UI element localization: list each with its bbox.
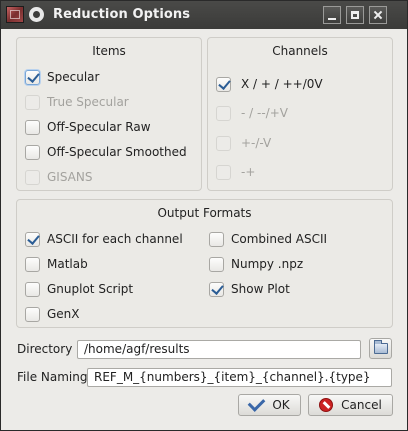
checkbox-box[interactable] <box>209 281 224 297</box>
checkbox-box[interactable] <box>25 94 40 110</box>
checkbox-box[interactable] <box>25 119 40 135</box>
checkbox-box[interactable] <box>216 164 231 180</box>
checkbox-channel-minus-plus[interactable]: -+ <box>216 163 255 181</box>
checkbox-label: -+ <box>241 165 256 179</box>
folder-icon <box>374 340 388 354</box>
checkbox-ascii-each-channel[interactable]: ASCII for each channel <box>25 230 183 248</box>
checkbox-box[interactable] <box>216 76 231 92</box>
minimize-icon[interactable] <box>323 6 341 24</box>
checkbox-box[interactable] <box>216 135 231 151</box>
checkbox-box[interactable] <box>25 281 40 297</box>
checkbox-label: GenX <box>47 307 80 321</box>
file-naming-input[interactable]: REF_M_{numbers}_{item}_{channel}.{type} <box>87 368 392 387</box>
checkbox-channel-x[interactable]: X / + / ++/0V <box>216 75 323 93</box>
checkbox-matlab[interactable]: Matlab <box>25 255 88 273</box>
output-formats-group-title: Output Formats <box>157 206 252 220</box>
browse-directory-button[interactable] <box>369 338 392 359</box>
checkbox-numpy-npz[interactable]: Numpy .npz <box>209 255 303 273</box>
checkbox-channel-minus[interactable]: - / --/+V <box>216 104 288 122</box>
ok-button[interactable]: OK <box>238 394 301 416</box>
checkbox-label: GISANS <box>47 170 93 184</box>
checkbox-box[interactable] <box>216 105 231 121</box>
reduction-options-dialog: Reduction Options Items Specular True Sp… <box>0 0 408 431</box>
window-menu-icon[interactable] <box>29 7 44 22</box>
checkbox-label: Numpy .npz <box>231 257 304 271</box>
checkbox-specular[interactable]: Specular <box>25 68 99 86</box>
checkbox-label: Specular <box>47 70 100 84</box>
checkbox-box[interactable] <box>25 169 40 185</box>
checkbox-label: Gnuplot Script <box>47 282 134 296</box>
checkbox-box[interactable] <box>25 69 40 85</box>
checkbox-off-specular-raw[interactable]: Off-Specular Raw <box>25 118 151 136</box>
checkbox-label: X / + / ++/0V <box>241 77 323 91</box>
checkbox-box[interactable] <box>25 256 40 272</box>
app-icon[interactable] <box>6 6 24 23</box>
checkmark-icon <box>247 394 266 412</box>
checkbox-label: Matlab <box>47 257 88 271</box>
file-naming-label: File Naming <box>17 370 88 384</box>
cancel-button-label: Cancel <box>341 398 382 412</box>
directory-label: Directory <box>17 342 73 356</box>
directory-input[interactable]: /home/agf/results <box>77 340 361 359</box>
checkbox-gisans[interactable]: GISANS <box>25 168 92 186</box>
checkbox-gnuplot-script[interactable]: Gnuplot Script <box>25 280 133 298</box>
checkbox-combined-ascii[interactable]: Combined ASCII <box>209 230 327 248</box>
checkbox-label: Show Plot <box>231 282 290 296</box>
checkbox-genx[interactable]: GenX <box>25 305 80 323</box>
checkbox-label: True Specular <box>47 95 129 109</box>
maximize-icon[interactable] <box>346 6 364 24</box>
ok-button-label: OK <box>272 398 290 412</box>
checkbox-off-specular-smoothed[interactable]: Off-Specular Smoothed <box>25 143 187 161</box>
checkbox-box[interactable] <box>25 144 40 160</box>
checkbox-label: +-/-V <box>241 136 272 150</box>
checkbox-box[interactable] <box>25 231 40 247</box>
channels-group-title: Channels <box>272 44 328 58</box>
checkbox-label: - / --/+V <box>241 106 288 120</box>
close-icon[interactable] <box>369 6 387 24</box>
cancel-icon <box>319 398 334 412</box>
checkbox-box[interactable] <box>209 256 224 272</box>
checkbox-channel-plus-minus[interactable]: +-/-V <box>216 134 271 152</box>
checkbox-show-plot[interactable]: Show Plot <box>209 280 290 298</box>
checkbox-box[interactable] <box>209 231 224 247</box>
checkbox-label: Off-Specular Raw <box>47 120 151 134</box>
checkbox-label: ASCII for each channel <box>47 232 183 246</box>
checkbox-true-specular[interactable]: True Specular <box>25 93 129 111</box>
items-group-title: Items <box>92 44 126 58</box>
cancel-button[interactable]: Cancel <box>308 394 393 416</box>
title-bar[interactable]: Reduction Options <box>1 1 407 29</box>
window-title: Reduction Options <box>53 7 191 22</box>
checkbox-box[interactable] <box>25 306 40 322</box>
checkbox-label: Off-Specular Smoothed <box>47 145 187 159</box>
checkbox-label: Combined ASCII <box>231 232 328 246</box>
